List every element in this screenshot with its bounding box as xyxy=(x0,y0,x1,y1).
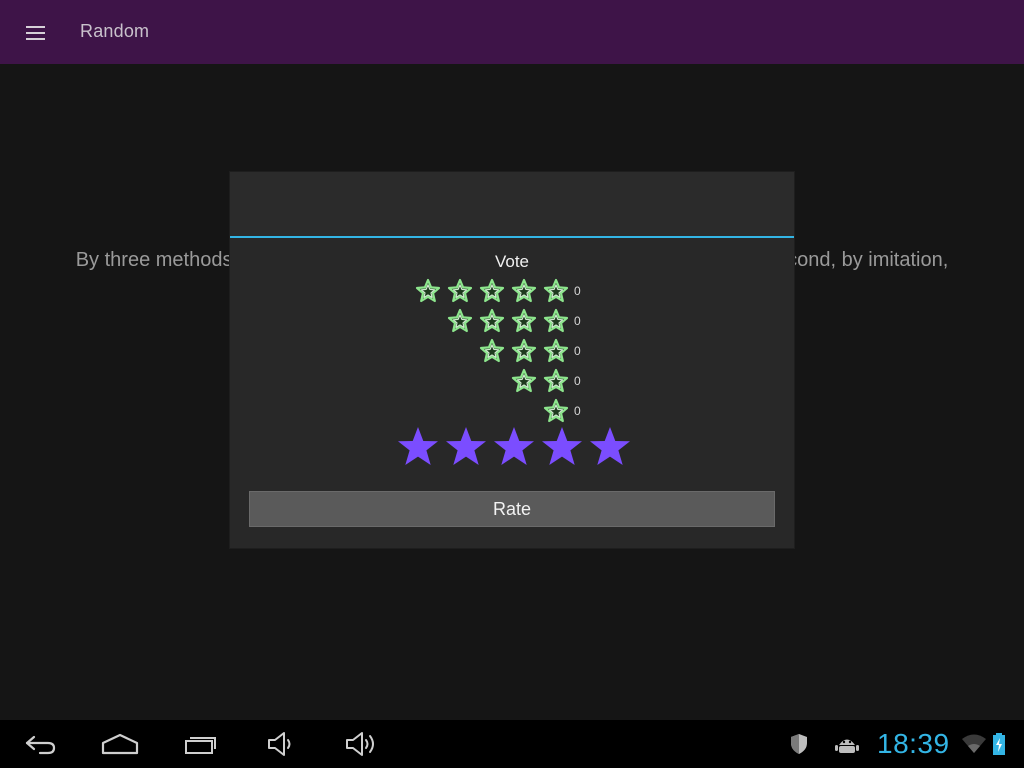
histogram-stars xyxy=(508,366,572,396)
green-star-icon xyxy=(540,396,572,426)
histogram-stars xyxy=(540,396,572,426)
green-star-icon xyxy=(476,306,508,336)
battery-icon xyxy=(989,732,1009,756)
rate-button[interactable]: Rate xyxy=(249,491,775,527)
system-navigation-bar xyxy=(0,720,1024,768)
volume-up-icon xyxy=(346,732,374,756)
home-button[interactable] xyxy=(96,728,144,760)
volume-up-button[interactable] xyxy=(336,728,384,760)
android-debug-icon xyxy=(834,732,860,756)
home-icon xyxy=(101,733,139,755)
rating-bar[interactable] xyxy=(394,424,634,470)
green-star-icon xyxy=(540,276,572,306)
hamburger-menu-icon xyxy=(26,26,45,40)
green-star-icon xyxy=(476,336,508,366)
histogram-row: 0 xyxy=(412,276,596,306)
green-star-icon xyxy=(444,276,476,306)
histogram-count: 0 xyxy=(574,374,581,388)
rating-star-icon[interactable] xyxy=(586,424,634,470)
histogram-count: 0 xyxy=(574,284,581,298)
histogram-row: 0 xyxy=(476,336,596,366)
volume-down-button[interactable] xyxy=(256,728,304,760)
dialog-title-divider xyxy=(230,236,794,238)
histogram-row: 0 xyxy=(444,306,596,336)
green-star-icon xyxy=(508,336,540,366)
histogram-count: 0 xyxy=(574,314,581,328)
app-root: Random By three methods we may learn wis… xyxy=(0,0,1024,768)
rating-star-icon[interactable] xyxy=(538,424,586,470)
histogram-row: 0 xyxy=(540,396,596,426)
rating-dialog: Vote 0 0 0 0 0 Rate xyxy=(230,172,794,548)
menu-button[interactable] xyxy=(20,20,52,46)
status-clock: 18:39 xyxy=(877,728,950,759)
volume-down-icon xyxy=(268,732,291,756)
green-star-icon xyxy=(412,276,444,306)
back-icon xyxy=(25,735,56,755)
histogram-row: 0 xyxy=(508,366,596,396)
green-star-icon xyxy=(540,366,572,396)
rating-star-icon[interactable] xyxy=(490,424,538,470)
app-bar: Random xyxy=(0,0,1024,64)
histogram-count: 0 xyxy=(574,344,581,358)
green-star-icon xyxy=(540,306,572,336)
green-star-icon xyxy=(444,306,476,336)
vote-label: Vote xyxy=(494,252,530,271)
back-button[interactable] xyxy=(16,728,64,760)
green-star-icon xyxy=(476,276,508,306)
histogram-stars xyxy=(476,336,572,366)
app-title: Random xyxy=(80,21,150,41)
green-star-icon xyxy=(508,306,540,336)
histogram-stars xyxy=(412,276,572,306)
green-star-icon xyxy=(540,336,572,366)
recent-apps-icon xyxy=(185,737,216,754)
shield-icon xyxy=(786,732,812,756)
dialog-title-area xyxy=(230,172,794,236)
wifi-icon xyxy=(961,732,987,756)
green-star-icon xyxy=(508,366,540,396)
rating-star-icon[interactable] xyxy=(442,424,490,470)
histogram-stars xyxy=(444,306,572,336)
histogram-count: 0 xyxy=(574,404,581,418)
rating-star-icon[interactable] xyxy=(394,424,442,470)
green-star-icon xyxy=(508,276,540,306)
recent-apps-button[interactable] xyxy=(177,728,225,760)
